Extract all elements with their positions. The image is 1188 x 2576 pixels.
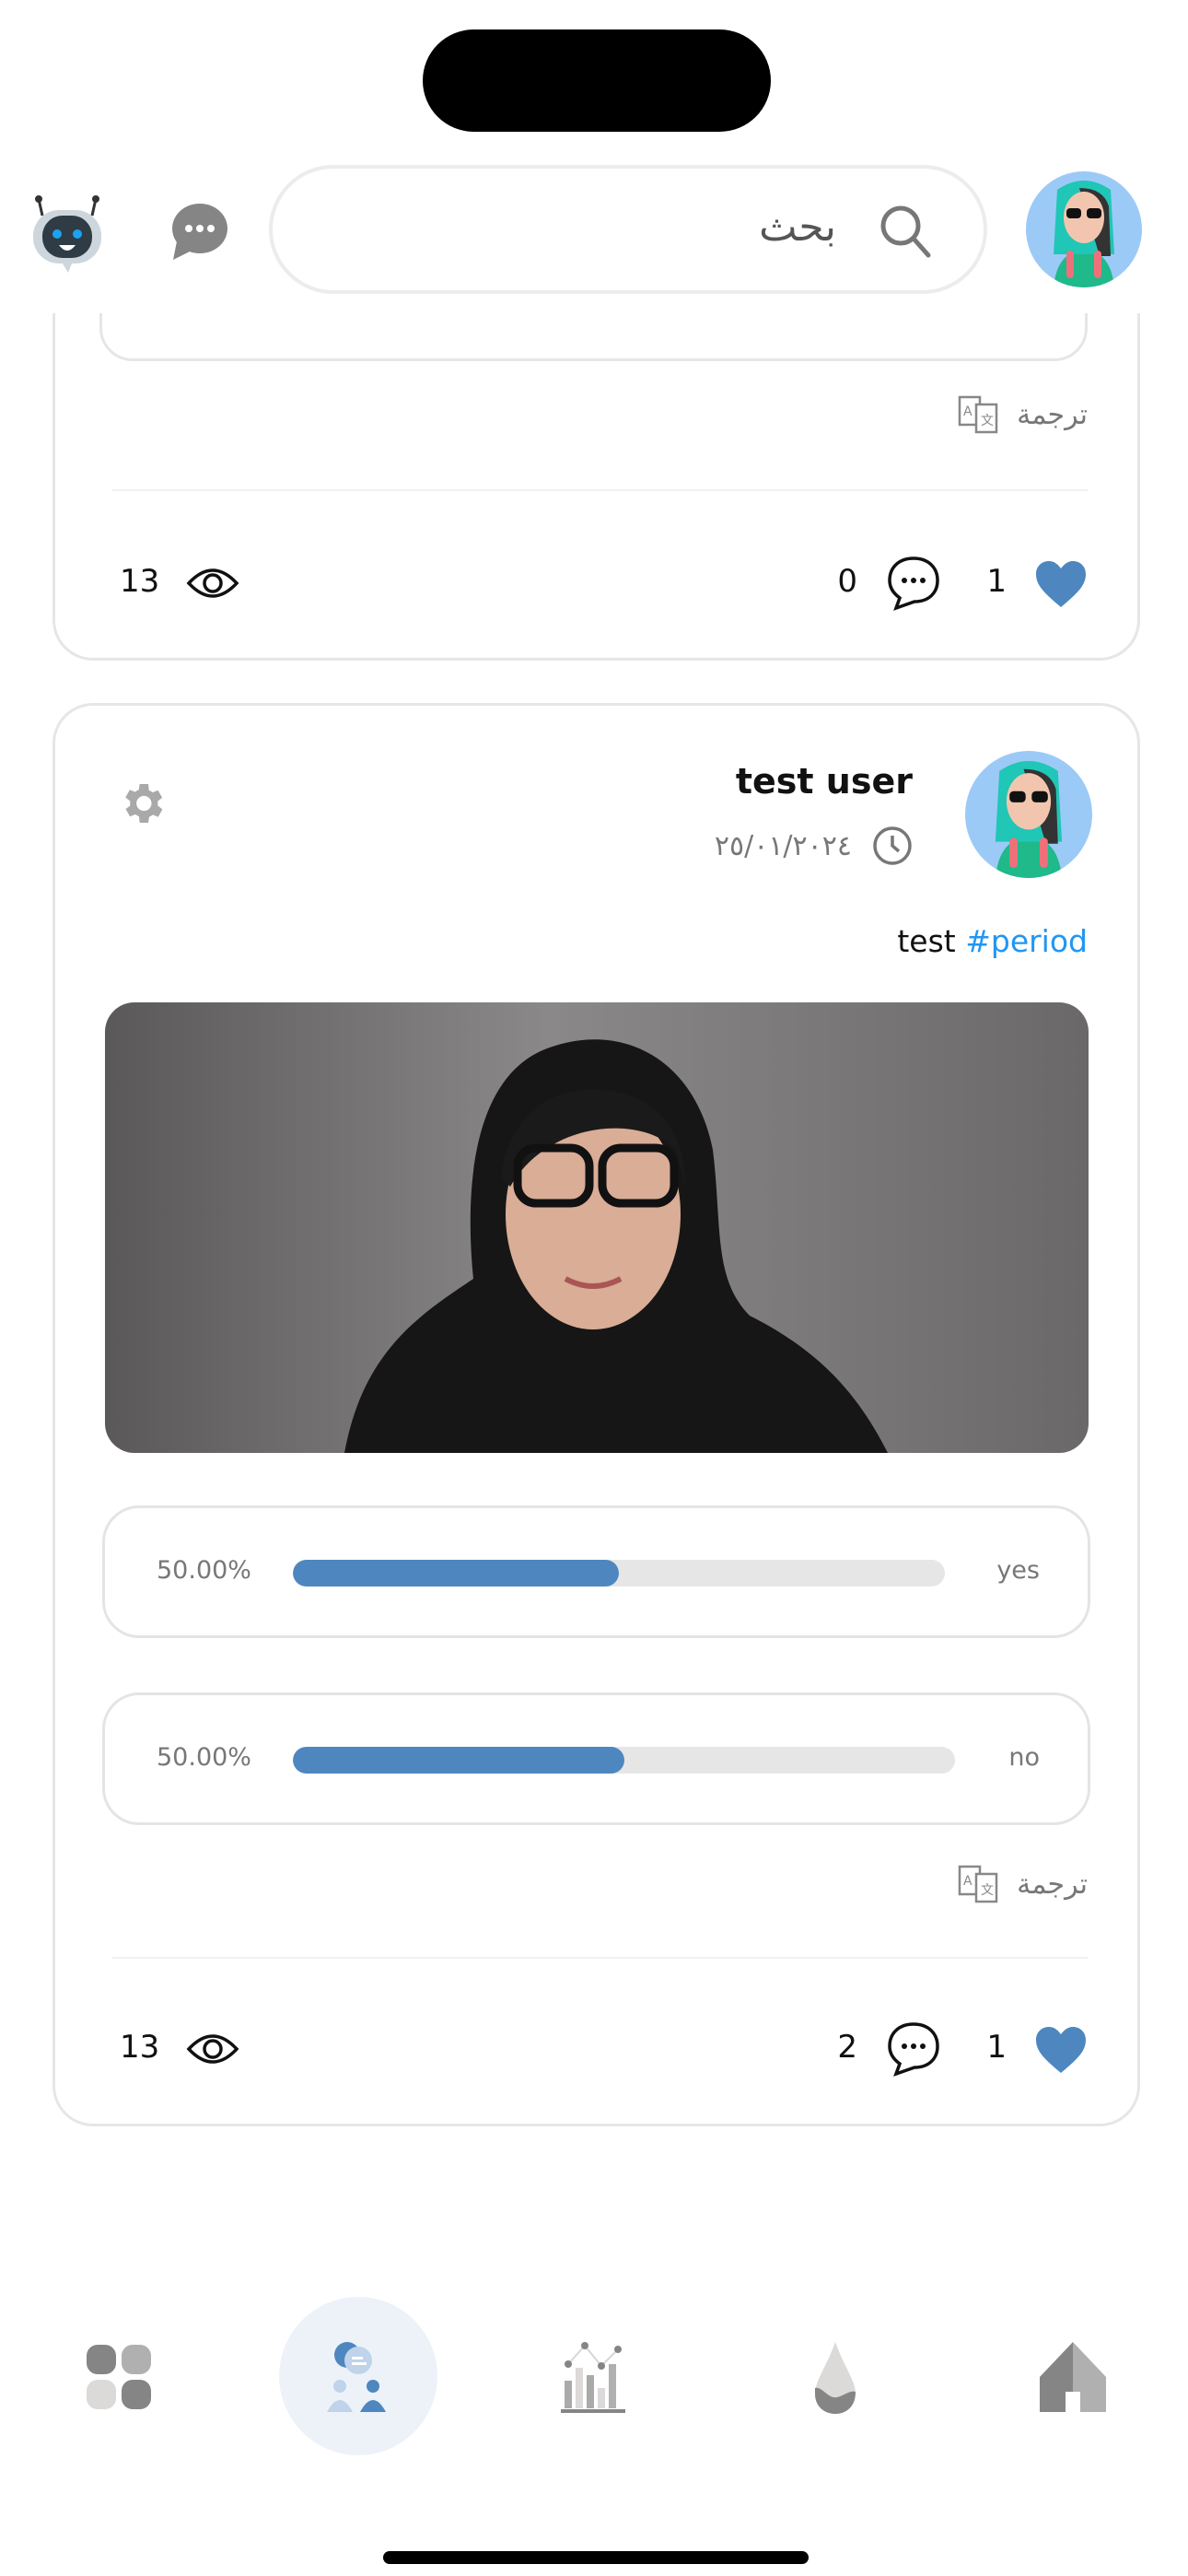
poll-option-label: no xyxy=(1008,1743,1040,1772)
view-count: 13 xyxy=(120,563,160,600)
views-group: 13 xyxy=(120,556,267,611)
comment-icon[interactable] xyxy=(887,2021,940,2077)
author-name[interactable]: test user xyxy=(736,761,913,802)
engagement-row: 1 0 xyxy=(701,556,1088,611)
engagement-row: 1 2 xyxy=(701,2021,1088,2077)
nav-community-icon[interactable] xyxy=(321,2340,395,2414)
messages-icon[interactable] xyxy=(171,201,228,262)
comment-icon[interactable] xyxy=(887,556,940,611)
nav-home-icon[interactable] xyxy=(1036,2340,1110,2414)
nav-statistics-icon[interactable] xyxy=(559,2340,633,2414)
nav-drop-icon[interactable] xyxy=(798,2340,872,2414)
translate-button[interactable]: A文 ترجمة xyxy=(958,395,1088,434)
post-card: test user ٢٥/٠١/٢٠٢٤ test #period 50.00%… xyxy=(52,703,1140,2126)
woman-portrait-photo xyxy=(344,1039,888,1453)
post-date: ٢٥/٠١/٢٠٢٤ xyxy=(714,829,852,862)
poll-progress-bar xyxy=(293,1560,945,1587)
svg-text:A: A xyxy=(963,1874,973,1889)
post-image[interactable] xyxy=(105,1002,1089,1453)
top-header: بحث xyxy=(0,147,1188,313)
comment-count: 2 xyxy=(837,2029,857,2066)
previous-post-card: A文 ترجمة 1 0 13 xyxy=(52,242,1140,661)
translate-button[interactable]: A文 ترجمة xyxy=(958,1865,1088,1903)
translate-label: ترجمة xyxy=(1017,1868,1088,1901)
like-heart-icon[interactable] xyxy=(1034,559,1088,609)
nav-grid-icon[interactable] xyxy=(82,2340,156,2414)
home-indicator xyxy=(383,2551,809,2564)
like-heart-icon[interactable] xyxy=(1034,2025,1088,2075)
robot-assistant-icon[interactable] xyxy=(29,193,105,273)
views-group: 13 xyxy=(120,2021,267,2077)
divider xyxy=(112,489,1088,491)
dynamic-island xyxy=(423,29,771,132)
like-count: 1 xyxy=(986,563,1007,600)
search-icon xyxy=(880,205,931,258)
like-count: 1 xyxy=(986,2029,1007,2066)
post-text-body: test xyxy=(897,923,956,959)
translate-icon: A文 xyxy=(958,395,998,434)
post-date-row: ٢٥/٠١/٢٠٢٤ xyxy=(715,825,913,866)
translate-icon: A文 xyxy=(958,1865,998,1903)
poll-progress-bar xyxy=(293,1747,955,1774)
poll-option-yes[interactable]: 50.00% yes xyxy=(102,1505,1090,1638)
divider xyxy=(112,1957,1088,1959)
author-avatar[interactable] xyxy=(965,751,1092,878)
poll-progress-fill xyxy=(293,1747,624,1774)
comment-count: 0 xyxy=(837,563,857,600)
search-input[interactable]: بحث xyxy=(269,165,987,294)
post-text: test #period xyxy=(897,923,1088,959)
translate-label: ترجمة xyxy=(1017,398,1088,431)
poll-percent: 50.00% xyxy=(157,1556,251,1585)
hashtag-link[interactable]: #period xyxy=(965,923,1088,959)
view-count: 13 xyxy=(120,2029,160,2066)
poll-progress-fill xyxy=(293,1560,619,1587)
svg-text:文: 文 xyxy=(981,1883,994,1898)
poll-option-no[interactable]: 50.00% no xyxy=(102,1692,1090,1825)
profile-avatar[interactable] xyxy=(1026,171,1142,287)
search-placeholder: بحث xyxy=(759,204,836,251)
eye-icon xyxy=(186,568,239,598)
poll-option-label: yes xyxy=(996,1556,1040,1585)
poll-percent: 50.00% xyxy=(157,1743,251,1772)
eye-icon xyxy=(186,2034,239,2064)
clock-icon xyxy=(873,826,912,865)
settings-gear-icon[interactable] xyxy=(116,778,168,829)
svg-text:A: A xyxy=(963,404,973,419)
svg-text:文: 文 xyxy=(981,414,994,428)
